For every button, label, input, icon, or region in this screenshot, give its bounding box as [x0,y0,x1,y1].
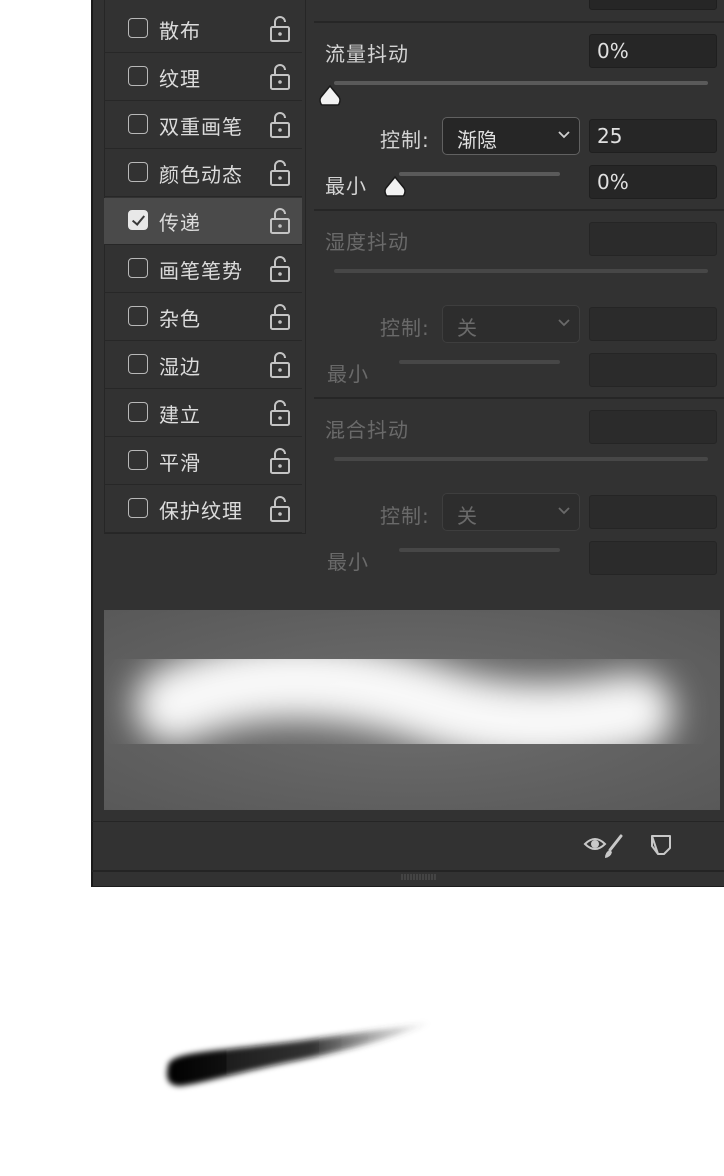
option-label: 双重画笔 [159,115,243,139]
option-label: 颜色动态 [159,163,243,187]
option-row[interactable]: 杂色 [104,294,302,341]
chevron-down-icon [558,131,570,139]
section-divider [314,21,724,23]
brush-stroke-preview [104,610,720,810]
wetness-control-amount-input[interactable] [589,307,717,341]
flow-jitter-slider[interactable] [334,81,708,85]
option-label: 杂色 [159,307,201,331]
mix-control-value: 关 [457,504,477,528]
flow-jitter-label: 流量抖动 [325,42,409,66]
mix-control-select[interactable]: 关 [442,493,580,531]
wetness-control-value: 关 [457,316,477,340]
flow-control-label: 控制: [380,128,430,152]
wetness-min-label: 最小 [327,362,369,386]
unlock-icon[interactable] [269,400,291,426]
option-checkbox[interactable] [128,18,148,38]
flow-min-slider-thumb[interactable] [383,175,407,199]
unlock-icon[interactable] [269,304,291,330]
wetness-jitter-label: 湿度抖动 [325,230,409,254]
option-row[interactable]: 建立 [104,390,302,437]
option-checkbox[interactable] [128,210,148,230]
unlock-icon[interactable] [269,112,291,138]
footer-divider [92,821,724,822]
option-row[interactable]: 纹理 [104,54,302,101]
top-cutoff-field[interactable] [589,0,717,10]
section-divider [314,209,724,211]
option-label: 湿边 [159,355,201,379]
unlock-icon[interactable] [269,160,291,186]
flow-control-select[interactable]: 渐隐 [442,117,580,155]
wetness-jitter-slider[interactable] [334,269,708,273]
canvas-brush-stroke [166,1022,432,1086]
option-label: 建立 [159,403,201,427]
wetness-control-select[interactable]: 关 [442,305,580,343]
option-row[interactable]: 湿边 [104,342,302,389]
option-label: 纹理 [159,67,201,91]
mix-jitter-slider[interactable] [334,457,708,461]
option-row[interactable]: 散布 [104,6,302,53]
footer-bottom-edge [92,870,724,872]
wetness-jitter-input[interactable] [589,222,717,256]
mix-control-amount-input[interactable] [589,495,717,529]
option-checkbox[interactable] [128,306,148,326]
option-label: 平滑 [159,451,201,475]
wetness-min-slider[interactable] [399,360,560,364]
unlock-icon[interactable] [269,16,291,42]
unlock-icon[interactable] [269,208,291,234]
new-preset-icon[interactable] [650,834,674,858]
option-row[interactable]: 保护纹理 [104,486,302,533]
unlock-icon[interactable] [269,64,291,90]
chevron-down-icon [558,507,570,515]
option-label: 保护纹理 [159,499,243,523]
option-checkbox[interactable] [128,114,148,134]
option-row[interactable]: 颜色动态 [104,150,302,197]
mix-min-label: 最小 [327,550,369,574]
preview-stroke-graphic [104,610,720,810]
flow-jitter-slider-thumb[interactable] [318,84,342,108]
unlock-icon[interactable] [269,256,291,282]
flow-jitter-input[interactable]: 0% [589,34,717,68]
option-row[interactable]: 平滑 [104,438,302,485]
flow-min-label: 最小 [325,174,367,198]
option-label: 散布 [159,19,201,43]
option-row[interactable]: 传递 [104,198,302,245]
resize-grip-icon[interactable] [400,873,438,881]
unlock-icon[interactable] [269,448,291,474]
wetness-control-label: 控制: [380,316,430,340]
mix-control-label: 控制: [380,504,430,528]
flow-min-slider[interactable] [399,172,560,176]
chevron-down-icon [558,319,570,327]
option-checkbox[interactable] [128,498,148,518]
unlock-icon[interactable] [269,352,291,378]
eye-brush-icon[interactable] [583,832,625,860]
flow-min-input[interactable]: 0% [589,165,717,199]
option-checkbox[interactable] [128,402,148,422]
unlock-icon[interactable] [269,496,291,522]
mix-min-slider[interactable] [399,548,560,552]
flow-control-amount-input[interactable]: 25 [589,119,717,153]
option-row[interactable]: 双重画笔 [104,102,302,149]
option-checkbox[interactable] [128,66,148,86]
flow-control-value: 渐隐 [457,128,497,152]
option-label: 画笔笔势 [159,259,243,283]
mix-jitter-label: 混合抖动 [325,418,409,442]
option-checkbox[interactable] [128,450,148,470]
option-label: 传递 [159,211,201,235]
section-divider [314,397,724,399]
mix-jitter-input[interactable] [589,410,717,444]
panel-edge [92,0,93,886]
option-checkbox[interactable] [128,354,148,374]
option-row[interactable]: 画笔笔势 [104,246,302,293]
option-checkbox[interactable] [128,258,148,278]
option-checkbox[interactable] [128,162,148,182]
wetness-min-input[interactable] [589,353,717,387]
mix-min-input[interactable] [589,541,717,575]
